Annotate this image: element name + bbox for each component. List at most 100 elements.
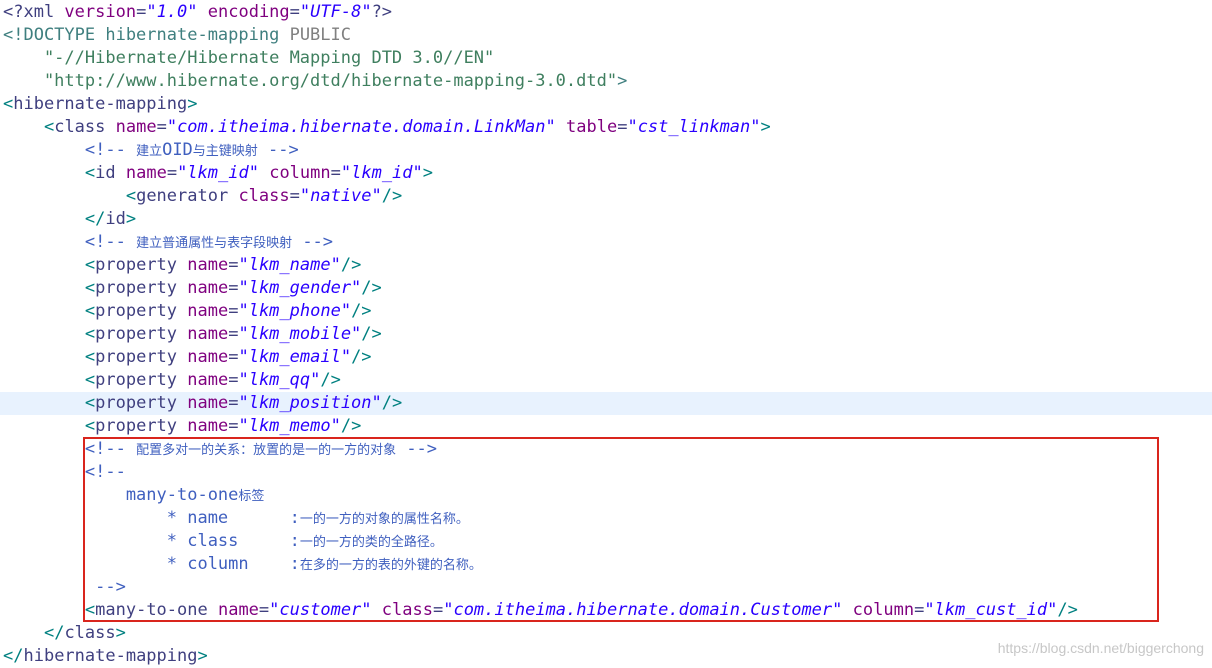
code-line[interactable]: <!-- 建立OID与主键映射 --> [0,139,1212,162]
code-token: encoding [207,2,290,22]
code-token: "lkm_position" [238,393,382,413]
code-line[interactable]: "-//Hibernate/Hibernate Mapping DTD 3.0/… [0,47,1212,70]
code-token: property [95,301,188,321]
code-token: </ [3,646,24,666]
code-line[interactable]: <id name="lkm_id" column="lkm_id"> [0,162,1212,185]
code-line-text: </hibernate-mapping> [3,645,208,668]
code-line-text: "-//Hibernate/Hibernate Mapping DTD 3.0/… [3,47,494,70]
code-line[interactable]: <property name="lkm_name"/> [0,254,1212,277]
code-token: = [289,2,300,22]
code-token: /> [361,324,382,344]
code-token: property [95,370,188,390]
code-token: = [228,278,239,298]
code-token: < [84,278,96,298]
code-token: table [566,117,618,137]
code-token: "http://www.hibernate.org/dtd/hibernate-… [3,71,618,91]
code-token: </ [84,209,106,229]
code-token: OID [162,140,193,160]
code-token: 建立普通属性与表字段映射 [136,236,293,251]
code-line[interactable]: <?xml version="1.0" encoding="UTF-8"?> [0,1,1212,24]
code-line[interactable]: "http://www.hibernate.org/dtd/hibernate-… [0,70,1212,93]
code-token: = [156,117,167,137]
code-token: property [95,393,188,413]
code-token: = [617,117,628,137]
code-token: "native" [299,186,382,206]
code-token: = [330,163,341,183]
code-token: < [84,370,96,390]
code-token: < [3,94,14,114]
code-token: <?xml [3,2,65,22]
code-token: < [84,347,96,367]
code-line[interactable]: <class name="com.itheima.hibernate.domai… [0,116,1212,139]
code-line[interactable]: <property name="lkm_mobile"/> [0,323,1212,346]
code-line[interactable]: <hibernate-mapping> [0,93,1212,116]
code-token: "lkm_qq" [238,370,321,390]
code-line[interactable]: <property name="lkm_gender"/> [0,277,1212,300]
code-token: = [228,416,239,436]
code-token: /> [381,393,403,413]
code-line[interactable]: <!DOCTYPE hibernate-mapping PUBLIC [0,24,1212,47]
code-token: /> [340,255,362,275]
code-token: "lkm_gender" [238,278,362,298]
code-token: < [84,393,96,413]
code-token: /> [381,186,403,206]
code-token: > [197,646,208,666]
code-line-text: <property name="lkm_email"/> [3,346,372,369]
code-line-text: <!-- 建立OID与主键映射 --> [3,139,299,163]
code-token: = [228,393,239,413]
code-line-text: "http://www.hibernate.org/dtd/hibernate-… [3,70,627,93]
code-token: property [95,255,188,275]
code-token: "lkm_id" [340,163,423,183]
code-line-text: </id> [3,208,136,231]
code-token: <!-- [3,140,137,160]
code-token: /> [361,278,382,298]
code-token: generator [136,186,239,206]
code-token: "lkm_name" [238,255,341,275]
code-line[interactable]: <property name="lkm_phone"/> [0,300,1212,323]
code-token: < [84,255,96,275]
code-token: /> [340,416,362,436]
code-token: <!-- [3,232,137,252]
code-token: "lkm_email" [238,347,352,367]
code-line[interactable]: </id> [0,208,1212,231]
code-line[interactable]: <generator class="native"/> [0,185,1212,208]
code-line-text: <?xml version="1.0" encoding="UTF-8"?> [3,1,392,24]
code-token: "lkm_phone" [238,301,352,321]
code-line-text: <id name="lkm_id" column="lkm_id"> [3,162,433,185]
code-token: class [64,623,116,643]
code-line-text: <!DOCTYPE hibernate-mapping PUBLIC [3,24,351,47]
code-token: > [187,94,198,114]
code-line[interactable]: <property name="lkm_position"/> [0,392,1212,415]
code-token: > [617,71,628,91]
code-token: hibernate-mapping [23,646,198,666]
code-token: name [125,163,167,183]
highlight-annotation-box [83,437,1159,622]
code-token: column [269,163,331,183]
code-line-text: <property name="lkm_memo"/> [3,415,361,438]
code-token: > [115,623,126,643]
code-token: name [187,370,229,390]
code-line[interactable]: <property name="lkm_memo"/> [0,415,1212,438]
code-line-text: <property name="lkm_position"/> [3,392,402,415]
code-line[interactable]: <property name="lkm_email"/> [0,346,1212,369]
code-line[interactable]: <!-- 建立普通属性与表字段映射 --> [0,231,1212,254]
code-token: 建立 [136,144,163,159]
code-token: "lkm_id" [177,163,259,183]
code-token: property [95,278,188,298]
code-line-text: <property name="lkm_phone"/> [3,300,372,323]
code-token: < [125,186,137,206]
code-token: < [43,117,55,137]
code-token: name [187,278,229,298]
code-line-text: <class name="com.itheima.hibernate.domai… [3,116,771,139]
code-token: "lkm_memo" [238,416,341,436]
code-line[interactable]: <property name="lkm_qq"/> [0,369,1212,392]
